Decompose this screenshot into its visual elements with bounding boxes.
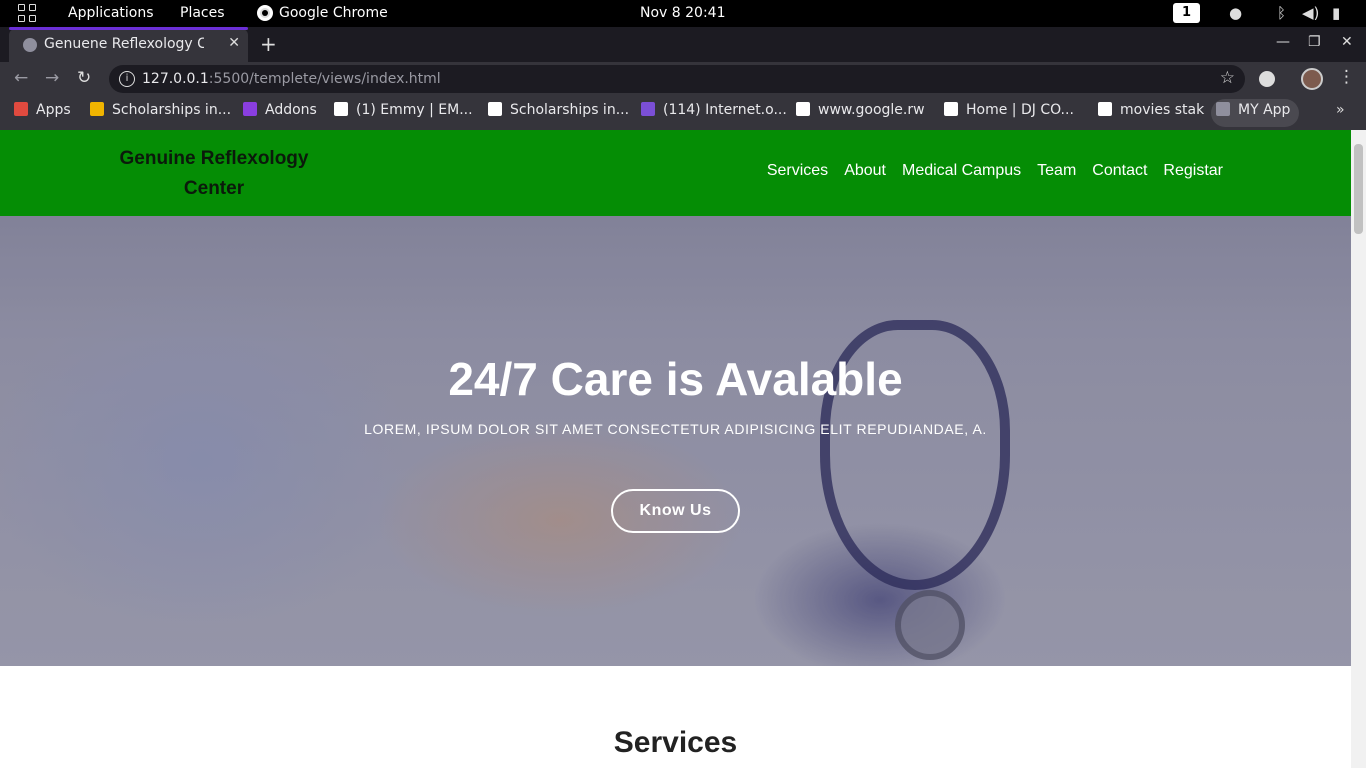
bookmark-item[interactable]: Apps xyxy=(14,102,71,124)
bookmark-star-icon[interactable]: ☆ xyxy=(1220,68,1235,88)
restore-icon[interactable]: ❐ xyxy=(1308,34,1321,50)
bookmark-label: Apps xyxy=(36,102,71,118)
nav-team[interactable]: Team xyxy=(1037,162,1076,180)
site-nav: Services About Medical Campus Team Conta… xyxy=(767,162,1223,180)
nav-medical-campus[interactable]: Medical Campus xyxy=(902,162,1021,180)
brand-line-2: Center xyxy=(183,178,245,199)
bookmark-item[interactable]: (114) Internet.o... xyxy=(641,102,787,124)
bookmark-item[interactable]: www.google.rw xyxy=(796,102,925,124)
applications-menu[interactable]: Applications xyxy=(68,5,154,21)
bookmark-label: (1) Emmy | EM... xyxy=(356,102,473,118)
site-brand[interactable]: Genuine Reflexology Center xyxy=(100,144,328,204)
url-text[interactable]: 127.0.0.1:5500/templete/views/index.html xyxy=(142,71,441,87)
browser-tab[interactable]: Genuene Reflexology Cen ✕ xyxy=(9,27,248,62)
tab-title: Genuene Reflexology Cen xyxy=(44,36,204,52)
bookmark-item[interactable]: movies stak xyxy=(1098,102,1204,124)
kebab-menu-icon[interactable]: ⋮ xyxy=(1338,67,1355,87)
globe-icon xyxy=(1216,102,1230,116)
tab-strip: Genuene Reflexology Cen ✕ + — ❐ ✕ xyxy=(0,27,1366,62)
page-scrollbar[interactable] xyxy=(1351,130,1366,768)
apps-grid-icon xyxy=(14,102,28,116)
bookmark-item[interactable]: Addons xyxy=(243,102,317,124)
site-info-icon[interactable]: i xyxy=(119,71,135,87)
clock[interactable]: Nov 8 20:41 xyxy=(640,5,725,21)
bookmark-label: Home | DJ CO... xyxy=(966,102,1074,118)
workspace-indicator[interactable]: 1 xyxy=(1173,3,1200,23)
nav-services[interactable]: Services xyxy=(767,162,828,180)
bookmark-item[interactable]: Scholarships in... xyxy=(488,102,629,124)
bookmark-label: Scholarships in... xyxy=(112,102,232,118)
services-heading: Services xyxy=(613,726,738,759)
bookmark-label: MY App xyxy=(1238,102,1291,118)
close-window-icon[interactable]: ✕ xyxy=(1341,34,1353,50)
nav-about[interactable]: About xyxy=(844,162,886,180)
hero-subtitle: LOREM, IPSUM DOLOR SIT AMET CONSECTETUR … xyxy=(364,421,987,437)
bookmark-label: Scholarships in... xyxy=(510,102,630,118)
wix-icon xyxy=(944,102,958,116)
bookmark-item[interactable]: (1) Emmy | EM... xyxy=(334,102,473,124)
more-bookmarks-icon[interactable]: » xyxy=(1336,102,1345,118)
bluetooth-icon[interactable]: ᛒ xyxy=(1277,4,1286,22)
nav-registar[interactable]: Registar xyxy=(1163,162,1223,180)
people-icon[interactable]: ● xyxy=(1229,4,1242,22)
page-viewport: Genuine Reflexology Center Services Abou… xyxy=(0,130,1351,768)
tab-highlight xyxy=(9,27,248,30)
nav-contact[interactable]: Contact xyxy=(1092,162,1147,180)
scrollbar-thumb[interactable] xyxy=(1354,144,1363,234)
bookmark-label: movies stak xyxy=(1120,102,1205,118)
brand-line-1: Genuine Reflexology xyxy=(119,148,309,169)
minimize-icon[interactable]: — xyxy=(1276,34,1290,50)
facebook-icon xyxy=(641,102,655,116)
globe-icon xyxy=(23,38,37,52)
chrome-icon xyxy=(257,5,273,21)
bookmark-item[interactable]: Home | DJ CO... xyxy=(944,102,1074,124)
active-app-menu[interactable]: Google Chrome xyxy=(279,5,388,21)
browser-toolbar: ← → ↻ i 127.0.0.1:5500/templete/views/in… xyxy=(0,62,1366,96)
a-logo-icon xyxy=(334,102,348,116)
know-us-button[interactable]: Know Us xyxy=(611,489,740,533)
extension-icon[interactable] xyxy=(1259,71,1275,87)
profile-avatar[interactable] xyxy=(1301,68,1323,90)
google-icon xyxy=(488,102,502,116)
forward-icon[interactable]: → xyxy=(45,68,59,88)
bookmark-item[interactable]: MY App xyxy=(1216,102,1290,124)
bookmark-label: (114) Internet.o... xyxy=(663,102,787,118)
bookmarks-bar: Apps Scholarships in... Addons (1) Emmy | E… xyxy=(0,96,1366,130)
google-icon xyxy=(796,102,810,116)
address-bar[interactable]: i 127.0.0.1:5500/templete/views/index.ht… xyxy=(109,65,1245,93)
reload-icon[interactable]: ↻ xyxy=(77,68,91,88)
movies-icon xyxy=(1098,102,1112,116)
bookmark-label: www.google.rw xyxy=(818,102,925,118)
bookmark-item[interactable]: Scholarships in... xyxy=(90,102,231,124)
new-tab-icon[interactable]: + xyxy=(260,32,277,56)
volume-icon[interactable]: ◀) xyxy=(1302,4,1319,22)
addons-icon xyxy=(243,102,257,116)
hero-title: 24/7 Care is Avalable xyxy=(448,353,903,405)
system-top-bar: Applications Places Google Chrome Nov 8 … xyxy=(0,0,1366,27)
app-grid-icon[interactable] xyxy=(18,4,38,24)
battery-icon[interactable]: ▮ xyxy=(1332,4,1340,22)
flag-icon xyxy=(90,102,104,116)
site-header: Genuine Reflexology Center Services Abou… xyxy=(0,130,1351,216)
places-menu[interactable]: Places xyxy=(180,5,225,21)
back-icon[interactable]: ← xyxy=(14,68,28,88)
close-tab-icon[interactable]: ✕ xyxy=(228,35,240,51)
bookmark-label: Addons xyxy=(265,102,317,118)
